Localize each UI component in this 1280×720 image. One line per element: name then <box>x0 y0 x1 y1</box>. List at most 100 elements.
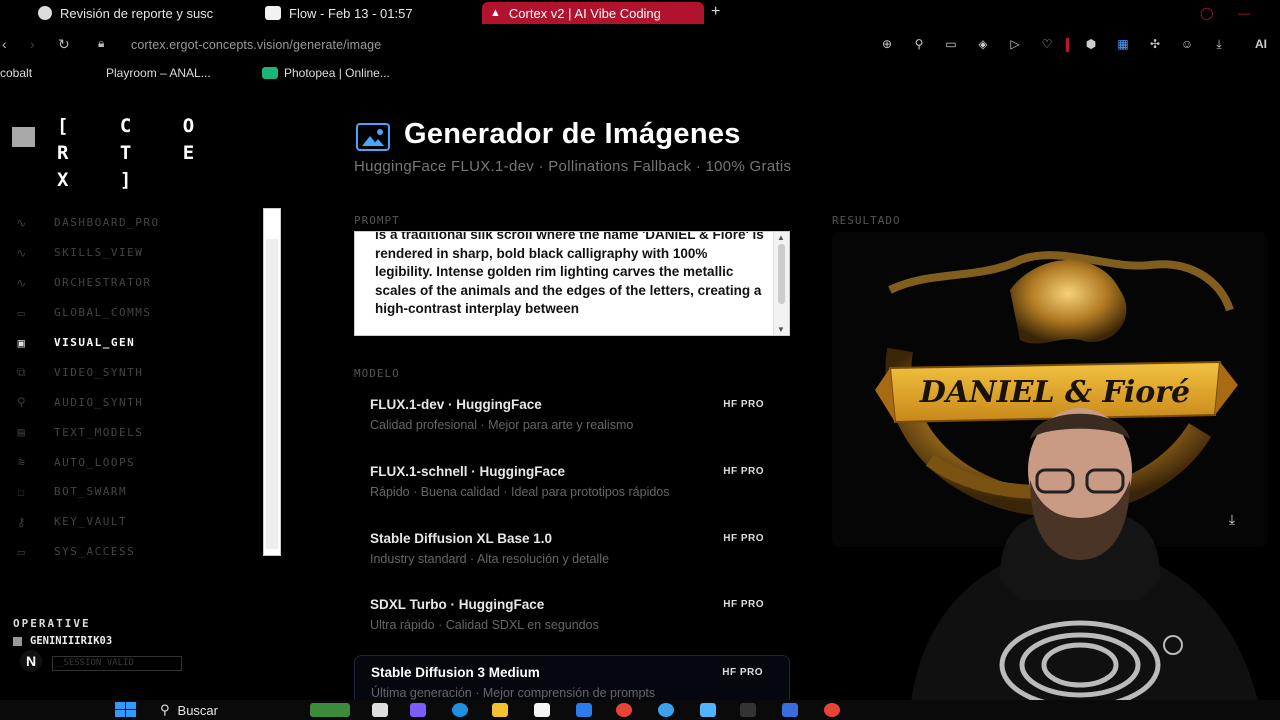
username: GENINIIIRIK03 <box>30 635 113 647</box>
reload-icon[interactable]: ↻ <box>58 36 70 53</box>
bookmark-item[interactable]: Photopea | Online... <box>262 66 390 80</box>
model-badge: HF PRO <box>723 465 764 477</box>
terminal-icon[interactable] <box>740 703 756 717</box>
model-description: Rápido · Buena calidad · Ideal para prot… <box>370 484 670 499</box>
user-status-icon <box>13 636 22 646</box>
extension-icon[interactable]: ▦ <box>1116 38 1130 51</box>
zoom-icon[interactable]: ⊕ <box>880 38 894 51</box>
app-icon[interactable] <box>782 703 798 717</box>
model-option[interactable]: Stable Diffusion 3 Medium Última generaci… <box>354 655 790 706</box>
pulse-icon: ∿ <box>16 245 28 260</box>
sidebar-item-label: TEXT_MODELS <box>54 425 144 439</box>
sidebar-item-visual-gen[interactable]: ▣ VISUAL_GEN <box>12 328 262 358</box>
image-icon <box>356 123 390 151</box>
shield-icon[interactable]: ◈ <box>976 38 990 51</box>
sidebar-nav: ∿ DASHBOARD_PRO ∿ SKILLS_VIEW ∿ ORCHESTRATOR ▭… <box>12 208 262 567</box>
browser-tab[interactable]: Revisión de reporte y susc <box>38 2 238 24</box>
model-option[interactable]: SDXL Turbo · HuggingFace Ultra rápido · C… <box>354 588 790 655</box>
sidebar-item-video-synth[interactable]: ⧉ VIDEO_SYNTH <box>12 357 262 387</box>
copilot-icon[interactable] <box>410 703 426 717</box>
model-description: Última generación · Mejor comprensión de… <box>371 686 656 701</box>
chrome-icon[interactable] <box>824 703 840 717</box>
forward-icon[interactable]: › <box>30 36 35 52</box>
prompt-label: PROMPT <box>354 214 400 227</box>
back-icon[interactable]: ‹ <box>2 36 7 52</box>
result-label: RESULTADO <box>832 214 901 227</box>
sidebar-item-bot-swarm[interactable]: ☐ BOT_SWARM <box>12 477 262 507</box>
sidebar-item-orchestrator[interactable]: ∿ ORCHESTRATOR <box>12 268 262 298</box>
prompt-scrollbar[interactable]: ▲ ▼ <box>773 232 789 335</box>
sidebar-scroll-thumb[interactable] <box>266 239 278 549</box>
model-name: FLUX.1-dev · HuggingFace <box>370 397 542 412</box>
model-badge: HF PRO <box>722 667 763 679</box>
puzzle-icon[interactable]: ✣ <box>1148 38 1162 51</box>
extension-icon[interactable]: ⬢ <box>1084 38 1098 51</box>
sidebar-item-label: DASHBOARD_PRO <box>54 216 160 230</box>
url-input[interactable]: cortex.ergot-concepts.vision/generate/im… <box>131 38 381 52</box>
widget-icon[interactable] <box>310 703 350 717</box>
model-list: FLUX.1-dev · HuggingFace Calidad profesio… <box>354 388 790 706</box>
explorer-icon[interactable] <box>492 703 508 717</box>
windows-start-icon[interactable] <box>115 702 137 718</box>
pulse-icon: ∿ <box>16 275 28 290</box>
new-tab-button[interactable]: + <box>711 3 720 21</box>
sidebar-scrollbar[interactable] <box>263 208 281 556</box>
browser-tab[interactable]: Flow - Feb 13 - 01:57 <box>265 2 465 24</box>
sidebar-item-auto-loops[interactable]: ≋ AUTO_LOOPS <box>12 447 262 477</box>
sidebar-item-dashboard-pro[interactable]: ∿ DASHBOARD_PRO <box>12 208 262 238</box>
tab-favicon-icon <box>265 6 281 20</box>
sidebar-item-global-comms[interactable]: ▭ GLOBAL_COMMS <box>12 298 262 328</box>
tab-label: Flow - Feb 13 - 01:57 <box>289 5 413 21</box>
server-icon: ▭ <box>17 544 27 559</box>
chrome-icon[interactable] <box>616 703 632 717</box>
page-subtitle: HuggingFace FLUX.1-dev · Pollinations Fa… <box>354 158 792 175</box>
operative-label: OPERATIVE <box>13 617 91 630</box>
sidebar-item-sys-access[interactable]: ▭ SYS_ACCESS <box>12 537 262 567</box>
app-icon[interactable] <box>658 703 674 717</box>
download-icon[interactable]: ⤓ <box>1222 511 1242 527</box>
taskbar: ⚲ Buscar <box>0 700 1280 720</box>
account-icon[interactable]: ☺ <box>1180 38 1194 51</box>
send-icon[interactable]: ▷ <box>1008 38 1022 51</box>
model-label: MODELO <box>354 367 400 380</box>
notepad-icon[interactable] <box>534 703 550 717</box>
lock-icon[interactable]: 🔒︎ <box>98 36 104 51</box>
pin-icon[interactable]: ⚲ <box>912 38 926 51</box>
bookmark-item[interactable]: cobalt <box>0 66 32 80</box>
webcam-overlay <box>910 408 1260 710</box>
app-icon[interactable] <box>700 703 716 717</box>
address-bar: ‹ › ↻ 🔒︎ cortex.ergot-concepts.vision/ge… <box>0 30 1280 60</box>
bot-icon: ☐ <box>17 484 27 499</box>
sidebar-item-text-models[interactable]: ▤ TEXT_MODELS <box>12 417 262 447</box>
screenshot-icon[interactable]: ▭ <box>944 38 958 51</box>
prompt-textarea[interactable]: is a traditional silk scroll where the n… <box>354 231 790 336</box>
sidebar-item-key-vault[interactable]: ⚷ KEY_VAULT <box>12 507 262 537</box>
download-icon[interactable]: ⤓ <box>1212 38 1226 51</box>
scroll-down-icon[interactable]: ▼ <box>777 325 785 334</box>
chat-icon: ▭ <box>17 305 27 320</box>
video-icon: ⧉ <box>16 364 28 379</box>
taskbar-search[interactable]: ⚲ Buscar <box>160 702 218 718</box>
prompt-scroll-thumb[interactable] <box>778 244 785 304</box>
search-icon: ⚲ <box>160 702 170 717</box>
model-badge: HF PRO <box>723 599 764 611</box>
model-option[interactable]: FLUX.1-dev · HuggingFace Calidad profesio… <box>354 388 790 455</box>
bookmark-item[interactable]: Playroom – ANAL... <box>106 66 211 80</box>
taskview-icon[interactable] <box>372 703 388 717</box>
edge-icon[interactable] <box>452 703 468 717</box>
minimize-icon[interactable]: — <box>1238 6 1250 20</box>
sidebar-item-label: GLOBAL_COMMS <box>54 306 152 320</box>
store-icon[interactable] <box>576 703 592 717</box>
profile-icon[interactable]: ◯ <box>1200 6 1213 20</box>
ai-button[interactable]: AI <box>1244 38 1278 51</box>
browser-tab-active[interactable]: ▲ Cortex v2 | AI Vibe Coding <box>482 2 704 24</box>
sidebar-item-audio-synth[interactable]: ⚲ AUDIO_SYNTH <box>12 387 262 417</box>
image-icon: ▣ <box>17 335 27 350</box>
model-option[interactable]: Stable Diffusion XL Base 1.0 Industry sta… <box>354 522 790 589</box>
heart-icon[interactable]: ♡ <box>1040 38 1054 51</box>
sidebar-item-label: AUDIO_SYNTH <box>54 395 144 409</box>
sidebar-item-skills-view[interactable]: ∿ SKILLS_VIEW <box>12 238 262 268</box>
scroll-up-icon[interactable]: ▲ <box>777 233 785 242</box>
sidebar-item-label: AUTO_LOOPS <box>54 455 136 469</box>
model-option[interactable]: FLUX.1-schnell · HuggingFace Rápido · Bue… <box>354 455 790 522</box>
